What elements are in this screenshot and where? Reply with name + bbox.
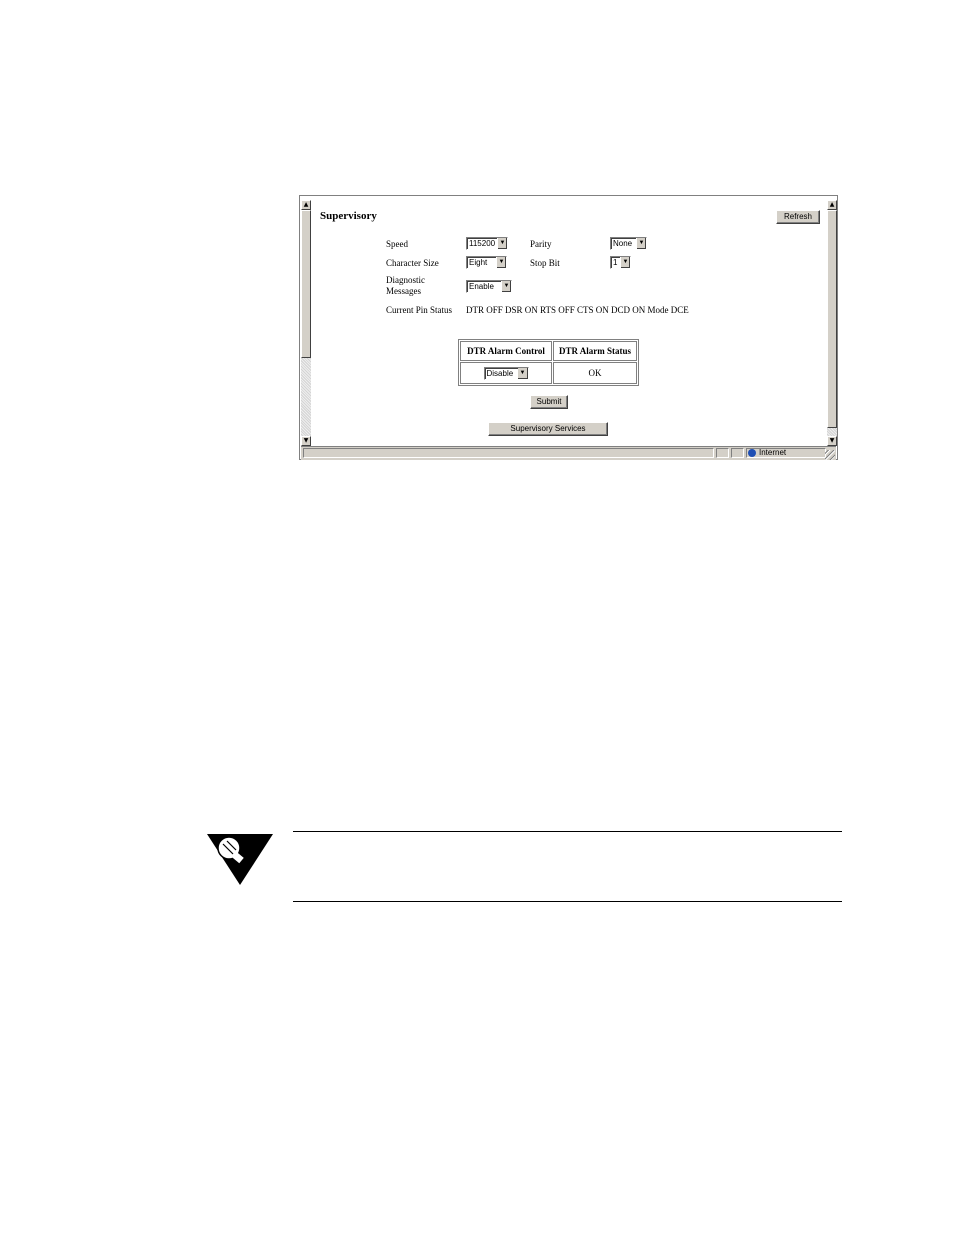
resize-grip[interactable]	[825, 450, 835, 460]
parity-value: None	[613, 239, 633, 248]
dtr-alarm-control-header: DTR Alarm Control	[460, 341, 552, 361]
page-title: Supervisory	[320, 210, 377, 222]
chevron-down-icon[interactable]: ▼	[501, 281, 511, 292]
status-panel-main	[303, 448, 714, 458]
speed-select[interactable]: 115200 ▼	[466, 237, 508, 250]
stop-bit-value: 1	[613, 258, 618, 267]
dtr-alarm-status-header: DTR Alarm Status	[553, 341, 637, 361]
stop-bit-select[interactable]: 1 ▼	[610, 256, 631, 269]
status-bar: Internet	[301, 446, 836, 460]
chevron-down-icon[interactable]: ▼	[497, 238, 507, 249]
submit-button[interactable]: Submit	[530, 395, 568, 409]
page-content: Supervisory Refresh Speed 115200 ▼ Parit…	[314, 200, 826, 446]
diagnostic-messages-value: Enable	[469, 282, 494, 291]
chevron-down-icon[interactable]: ▼	[496, 257, 506, 268]
diagnostic-label-line2: Messages	[386, 286, 421, 296]
lightbulb-icon	[207, 834, 273, 885]
dtr-alarm-control-value: Disable	[486, 368, 514, 378]
diagnostic-label-line1: Diagnostic	[386, 275, 425, 285]
dtr-alarm-table: DTR Alarm Control DTR Alarm Status Disab…	[458, 339, 639, 386]
chevron-down-icon[interactable]: ▼	[636, 238, 646, 249]
dtr-alarm-control-cell: Disable ▼	[460, 362, 552, 384]
table-row: Disable ▼ OK	[460, 362, 637, 384]
speed-label: Speed	[386, 239, 408, 249]
status-panel	[716, 448, 729, 458]
status-panel	[731, 448, 744, 458]
chevron-down-icon[interactable]: ▼	[517, 367, 528, 379]
scrollbar-thumb[interactable]	[301, 210, 311, 358]
character-size-label: Character Size	[386, 258, 439, 268]
parity-select[interactable]: None ▼	[610, 237, 647, 250]
globe-icon	[748, 448, 756, 457]
note-bottom-rule	[293, 901, 842, 902]
scroll-up-icon[interactable]: ▲	[827, 200, 837, 210]
supervisory-services-button[interactable]: Supervisory Services	[488, 422, 608, 436]
scroll-down-icon[interactable]: ▼	[301, 436, 311, 446]
dtr-alarm-control-select[interactable]: Disable ▼	[483, 366, 529, 380]
dtr-alarm-status-cell: OK	[553, 362, 637, 384]
parity-label: Parity	[530, 239, 552, 249]
diagnostic-messages-label: Diagnostic Messages	[386, 275, 425, 297]
security-zone: Internet	[748, 448, 786, 457]
stop-bit-label: Stop Bit	[530, 258, 560, 268]
left-scrollbar[interactable]: ▲ ▼	[301, 200, 311, 446]
diagnostic-messages-select[interactable]: Enable ▼	[466, 280, 512, 293]
current-pin-status-label: Current Pin Status	[386, 305, 453, 315]
browser-window: ▲ ▼ Supervisory Refresh Speed 115200 ▼ P…	[299, 195, 838, 460]
chevron-down-icon[interactable]: ▼	[620, 257, 630, 268]
current-pin-status-value: DTR OFF DSR ON RTS OFF CTS ON DCD ON Mod…	[466, 305, 689, 315]
scroll-up-icon[interactable]: ▲	[301, 200, 311, 210]
character-size-value: Eight	[469, 258, 488, 267]
table-header-row: DTR Alarm Control DTR Alarm Status	[460, 341, 637, 361]
character-size-select[interactable]: Eight ▼	[466, 256, 507, 269]
refresh-button[interactable]: Refresh	[776, 210, 820, 224]
zone-label: Internet	[759, 448, 787, 457]
scrollbar-thumb[interactable]	[827, 210, 837, 428]
scroll-down-icon[interactable]: ▼	[827, 436, 837, 446]
speed-value: 115200	[469, 239, 496, 248]
note-top-rule	[293, 831, 842, 832]
right-scrollbar[interactable]: ▲ ▼	[827, 200, 837, 446]
